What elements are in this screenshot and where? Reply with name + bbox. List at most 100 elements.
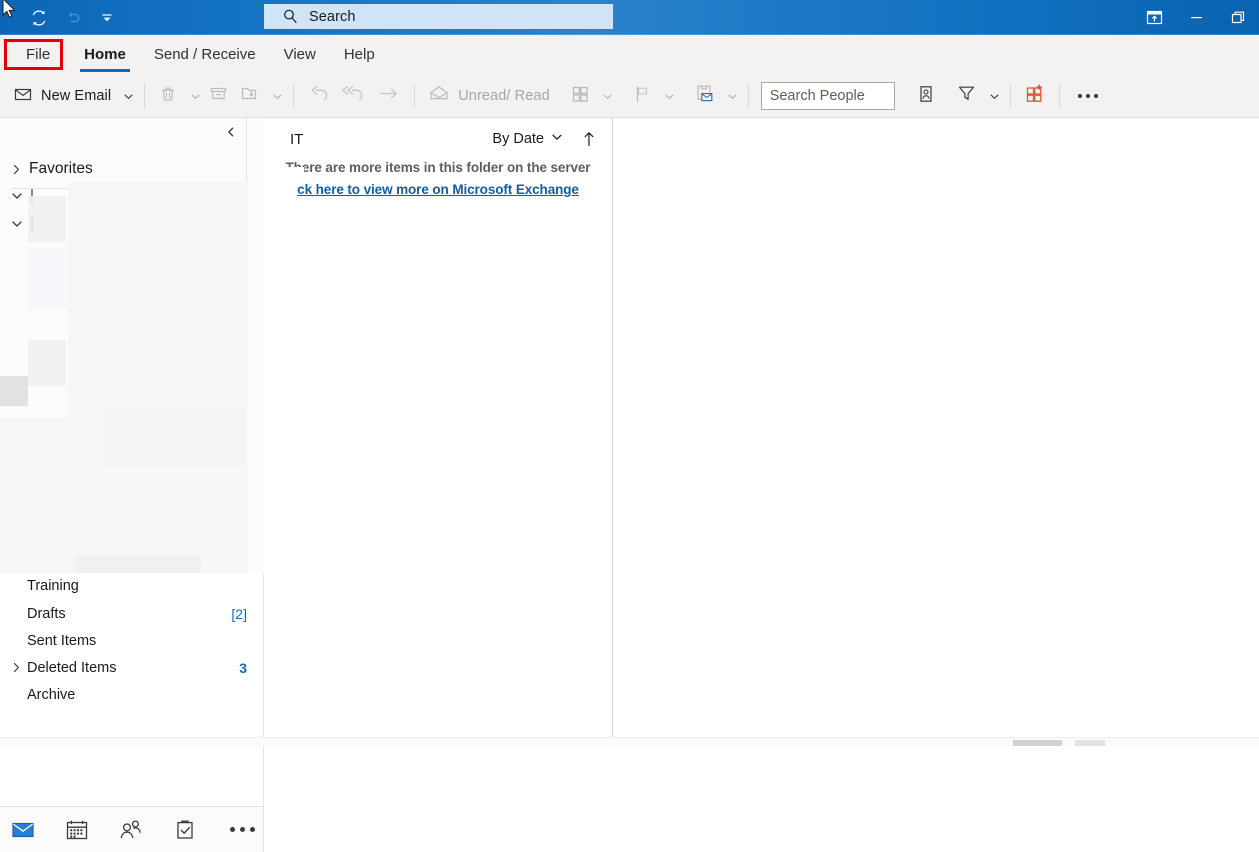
- restore-icon[interactable]: [1217, 2, 1259, 34]
- new-email-button[interactable]: New Email: [8, 80, 116, 112]
- categorize-grid-icon: [570, 84, 590, 109]
- message-list-header: IT By Date: [264, 118, 612, 160]
- folder-count: 3: [239, 659, 247, 676]
- sort-by-label: By Date: [492, 131, 544, 147]
- reply-all-arrow-icon: [341, 83, 367, 110]
- archive-button[interactable]: [203, 80, 234, 112]
- nav-people-button[interactable]: [118, 817, 144, 843]
- nav-more-button[interactable]: [230, 827, 255, 832]
- filter-email-button[interactable]: [951, 80, 982, 112]
- nav-mail-button[interactable]: [10, 817, 36, 843]
- folder-name: Sent Items: [27, 632, 97, 649]
- chevron-right-icon[interactable]: [11, 662, 23, 673]
- redacted-block: [68, 318, 247, 418]
- nav-tasks-button[interactable]: [172, 817, 198, 843]
- tab-view[interactable]: View: [270, 35, 330, 74]
- current-folder-title: IT: [290, 130, 304, 148]
- toolbar-separator: [747, 84, 749, 108]
- favorites-row[interactable]: Favorites: [0, 154, 247, 184]
- collapse-folder-pane-button[interactable]: [222, 123, 240, 141]
- redacted-block: [28, 196, 66, 242]
- unread-read-label: Unread/ Read: [458, 88, 550, 104]
- sort-by-button[interactable]: By Date: [492, 131, 563, 147]
- chevron-right-icon: [11, 164, 22, 175]
- folder-pane: Favorites Training Drafts [2] Sent Items…: [0, 118, 264, 852]
- note-occlusion: [278, 167, 304, 179]
- reading-pane: [613, 118, 1259, 746]
- move-to-button[interactable]: [234, 80, 265, 112]
- window-controls: [1133, 0, 1259, 35]
- folder-pane-upper: Favorites: [0, 118, 247, 574]
- toolbar-overflow-button[interactable]: [1068, 80, 1108, 112]
- status-bar-segment: [1013, 740, 1062, 746]
- folder-item-drafts[interactable]: Drafts [2]: [0, 600, 263, 627]
- follow-up-button[interactable]: [627, 80, 657, 112]
- status-bar: [0, 737, 1259, 746]
- tab-home-label: Home: [84, 46, 126, 63]
- nav-calendar-button[interactable]: [64, 817, 90, 843]
- folder-list: Training Drafts [2] Sent Items Deleted I…: [0, 573, 264, 806]
- open-envelope-icon: [428, 84, 450, 109]
- ribbon: File Home Send / Receive View Help New E…: [0, 35, 1259, 118]
- sync-icon[interactable]: [22, 3, 56, 33]
- tab-help[interactable]: Help: [330, 35, 389, 74]
- follow-up-dropdown[interactable]: [664, 91, 675, 102]
- tab-file-label: File: [26, 46, 51, 63]
- search-placeholder: Search: [309, 8, 356, 25]
- folder-name: Training: [27, 577, 79, 594]
- tab-send-receive[interactable]: Send / Receive: [140, 35, 270, 74]
- quick-steps-dropdown[interactable]: [727, 91, 738, 102]
- mouse-cursor: [2, 0, 16, 18]
- favorites-label: Favorites: [29, 160, 93, 177]
- toolbar-separator: [414, 84, 416, 108]
- folder-name: Archive: [27, 686, 76, 703]
- categorize-button[interactable]: [565, 80, 595, 112]
- toolbar-separator: [1009, 84, 1011, 108]
- folder-item-deleted-items[interactable]: Deleted Items 3: [0, 654, 263, 681]
- folder-item-training[interactable]: Training: [0, 573, 263, 600]
- ribbon-tabs: File Home Send / Receive View Help: [0, 35, 389, 74]
- redacted-block: [28, 248, 68, 310]
- ellipsis-icon: [1077, 94, 1082, 98]
- filter-email-dropdown[interactable]: [989, 91, 1000, 102]
- tab-help-label: Help: [343, 46, 375, 63]
- flag-icon: [632, 84, 652, 109]
- folder-item-sent-items[interactable]: Sent Items: [0, 627, 263, 654]
- address-book-icon: [916, 84, 936, 109]
- address-book-button[interactable]: [911, 80, 941, 112]
- quick-steps-icon: [694, 83, 715, 109]
- more-items-note: There are more items in this folder on t…: [285, 160, 591, 175]
- tab-view-label: View: [283, 46, 316, 63]
- title-bar: Search: [0, 0, 1259, 35]
- move-to-dropdown[interactable]: [272, 91, 283, 102]
- delete-dropdown[interactable]: [190, 91, 201, 102]
- move-to-folder-icon: [239, 83, 260, 109]
- reply-all-button[interactable]: [336, 80, 372, 112]
- delete-button[interactable]: [153, 80, 183, 112]
- sort-direction-button[interactable]: [580, 130, 598, 148]
- get-addins-button[interactable]: [1019, 80, 1051, 112]
- tab-send-receive-label: Send / Receive: [153, 46, 256, 63]
- ribbon-display-options-icon[interactable]: [1133, 2, 1175, 34]
- reply-button[interactable]: [302, 80, 336, 112]
- search-box[interactable]: Search: [264, 4, 613, 29]
- minimize-icon[interactable]: [1175, 2, 1217, 34]
- categorize-dropdown[interactable]: [602, 91, 613, 102]
- redacted-block: [28, 340, 66, 386]
- redacted-block: [68, 182, 247, 318]
- search-people-input[interactable]: [760, 82, 895, 110]
- view-more-on-exchange-link[interactable]: ck here to view more on Microsoft Exchan…: [264, 182, 612, 197]
- customize-quick-access-icon[interactable]: [90, 3, 124, 33]
- folder-name: Deleted Items: [27, 659, 117, 676]
- tab-file[interactable]: File: [6, 35, 70, 74]
- quick-steps-button[interactable]: [689, 80, 720, 112]
- chevron-down-icon: [551, 131, 563, 147]
- undo-icon: [56, 3, 90, 33]
- outlook-window: Search File Home Send / Receive View Hel…: [0, 0, 1259, 852]
- forward-button[interactable]: [372, 80, 406, 112]
- new-email-dropdown[interactable]: [123, 91, 134, 102]
- tab-home[interactable]: Home: [70, 35, 140, 74]
- unread-read-button[interactable]: Unread/ Read: [423, 80, 554, 112]
- chevron-down-icon: [11, 190, 23, 202]
- folder-item-archive[interactable]: Archive: [0, 681, 263, 708]
